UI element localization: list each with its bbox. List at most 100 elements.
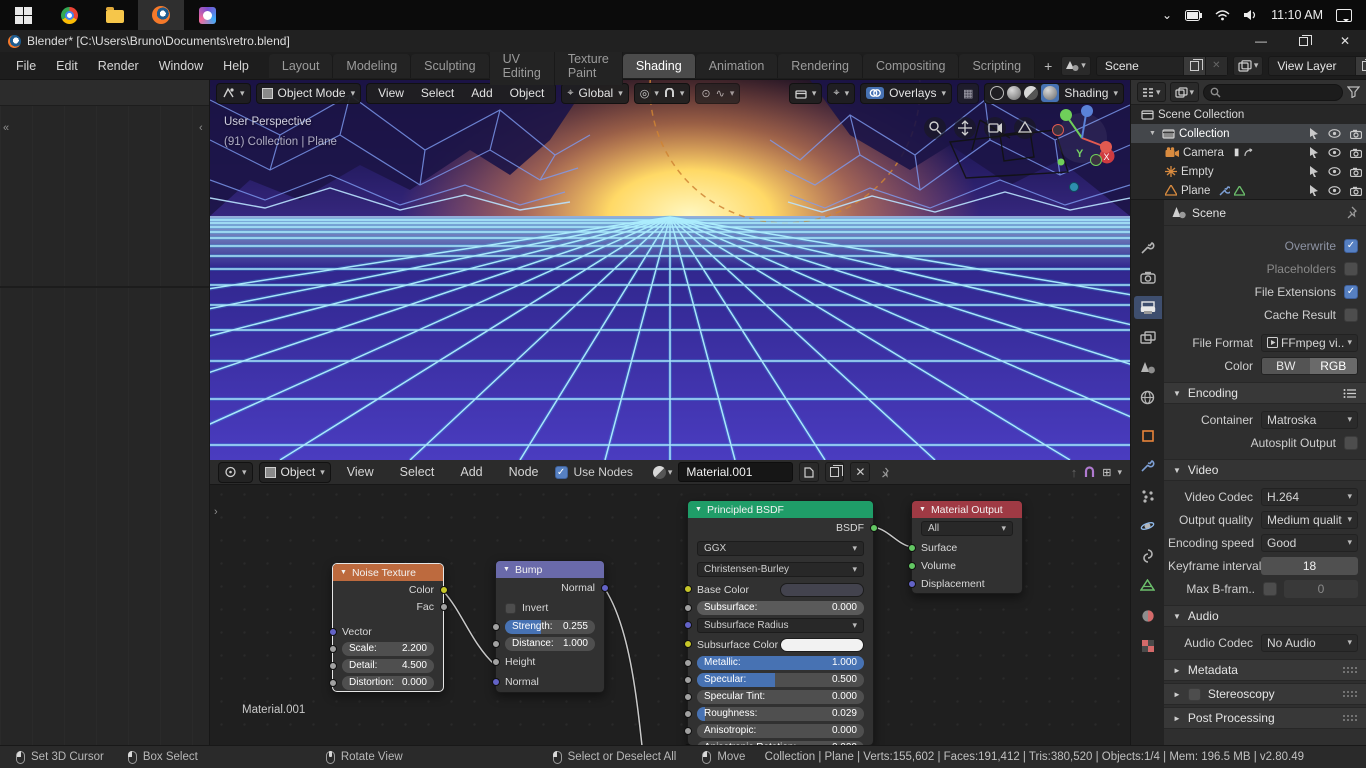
- menu-file[interactable]: File: [6, 59, 46, 73]
- specular-tint-field[interactable]: Specular Tint: 0.000: [697, 689, 864, 704]
- mode-dropdown[interactable]: Object Mode ▾: [255, 82, 362, 104]
- falloff-icon[interactable]: ∿: [716, 87, 725, 100]
- tab-object-data[interactable]: [1134, 574, 1162, 597]
- video-section-header[interactable]: ▼ Video: [1164, 459, 1366, 481]
- socket-distortion-in[interactable]: [328, 678, 337, 687]
- pivot-point-icon[interactable]: ◎: [640, 87, 650, 100]
- editor-type-button[interactable]: ▾: [216, 82, 251, 104]
- file-format-dropdown[interactable]: FFmpeg vi.. ▾: [1261, 333, 1358, 352]
- strength-field[interactable]: Strength: 0.255: [505, 619, 595, 634]
- selectable-icon[interactable]: [1309, 147, 1319, 158]
- collapse-icon[interactable]: ▼: [503, 566, 510, 573]
- socket-surface-in[interactable]: [907, 544, 916, 552]
- drag-grip-icon[interactable]: [1342, 713, 1357, 723]
- outliner-row-empty[interactable]: Empty: [1131, 162, 1366, 181]
- color-bw-button[interactable]: BW: [1262, 357, 1310, 374]
- xray-toggle[interactable]: ▦: [957, 82, 980, 104]
- rendered-shading-button[interactable]: [1041, 84, 1060, 102]
- socket-vector-in[interactable]: [328, 627, 337, 636]
- scene-copy-button[interactable]: [1182, 56, 1205, 75]
- video-codec-dropdown[interactable]: H.264 ▾: [1261, 487, 1358, 506]
- post-processing-panel-header[interactable]: ► Post Processing: [1164, 707, 1366, 729]
- shader-type-dropdown[interactable]: Object ▾: [258, 461, 331, 483]
- taskbar-app-explorer[interactable]: [92, 0, 138, 30]
- scene-unlink-button[interactable]: ✕: [1204, 56, 1227, 75]
- shader-menu-view[interactable]: View: [337, 465, 384, 479]
- autosplit-checkbox[interactable]: [1344, 435, 1358, 450]
- audio-section-header[interactable]: ▼ Audio: [1164, 605, 1366, 627]
- node-options-icon[interactable]: ⊞: [1102, 466, 1111, 479]
- tab-material[interactable]: [1134, 604, 1162, 627]
- tab-texture[interactable]: [1134, 634, 1162, 657]
- orientation-dropdown[interactable]: ⌖ Global ▾: [561, 82, 629, 104]
- scene-datablock-button[interactable]: ▾: [1061, 55, 1091, 76]
- gizmos-dropdown[interactable]: ⌖ ▾: [827, 82, 856, 104]
- scale-field[interactable]: Scale: 2.200: [342, 641, 434, 656]
- view-layer-selector[interactable]: View Layer ✕: [1268, 55, 1366, 76]
- tab-particles[interactable]: [1134, 484, 1162, 507]
- socket-metallic-in[interactable]: [683, 658, 692, 667]
- tab-scene[interactable]: [1134, 356, 1162, 379]
- subsurface-color-swatch[interactable]: [780, 637, 864, 652]
- socket-scale-in[interactable]: [328, 644, 337, 653]
- shader-editor-type-button[interactable]: ▾: [218, 461, 253, 483]
- node-noise-texture[interactable]: ▼ Noise Texture Color Fac Vector Scale: 2.…: [328, 563, 448, 692]
- outliner-search-input[interactable]: [1203, 83, 1343, 101]
- metadata-panel-header[interactable]: ► Metadata: [1164, 659, 1366, 681]
- noise-node-header[interactable]: ▼ Noise Texture: [333, 564, 443, 581]
- taskbar-app-blender[interactable]: [138, 0, 184, 30]
- socket-distance-in[interactable]: [491, 639, 500, 648]
- socket-bsdf-out[interactable]: [869, 524, 878, 532]
- outliner-row-plane[interactable]: Plane: [1131, 181, 1366, 199]
- view-layer-name[interactable]: View Layer: [1269, 59, 1355, 73]
- maximize-button[interactable]: [1282, 30, 1324, 52]
- socket-fac-out[interactable]: [439, 602, 448, 611]
- tab-texture-paint[interactable]: Texture Paint: [554, 46, 623, 85]
- render-visibility-icon[interactable]: [1350, 148, 1362, 158]
- menu-window[interactable]: Window: [149, 59, 213, 73]
- scene-name[interactable]: Scene: [1097, 59, 1183, 73]
- subsurface-radius-dropdown[interactable]: Subsurface Radius ▾: [697, 618, 864, 633]
- drag-grip-icon[interactable]: [1342, 689, 1357, 699]
- proportional-edit-icon[interactable]: ⊙: [701, 87, 710, 100]
- left-editor-column[interactable]: « ‹: [0, 80, 210, 745]
- render-visibility-icon[interactable]: [1350, 167, 1362, 177]
- shader-menu-select[interactable]: Select: [390, 465, 445, 479]
- hide-eye-icon[interactable]: [1328, 148, 1341, 157]
- shader-menu-node[interactable]: Node: [499, 465, 549, 479]
- wireframe-shading-button[interactable]: [990, 86, 1005, 100]
- base-color-swatch[interactable]: [780, 582, 864, 597]
- socket-volume-in[interactable]: [907, 562, 916, 570]
- new-material-button[interactable]: [799, 462, 820, 482]
- overwrite-checkbox[interactable]: ✓: [1344, 238, 1358, 253]
- material-preview-button[interactable]: [1024, 86, 1039, 100]
- add-workspace-button[interactable]: +: [1035, 55, 1061, 77]
- clock[interactable]: 11:10 AM: [1271, 8, 1323, 22]
- overlays-dropdown[interactable]: Overlays ▾: [860, 82, 953, 104]
- menu-edit[interactable]: Edit: [46, 59, 88, 73]
- shader-menu-add[interactable]: Add: [450, 465, 492, 479]
- overlays-toggle-icon[interactable]: [866, 87, 885, 99]
- bump-node-header[interactable]: ▼ Bump: [496, 561, 604, 578]
- presets-icon[interactable]: [1343, 388, 1357, 399]
- audio-codec-dropdown[interactable]: No Audio ▾: [1261, 633, 1358, 652]
- keyframe-interval-field[interactable]: 18: [1261, 556, 1358, 575]
- tab-uv-editing[interactable]: UV Editing: [489, 46, 555, 85]
- specular-field[interactable]: Specular: 0.500: [697, 672, 864, 687]
- output-quality-dropdown[interactable]: Medium qualit ▾: [1261, 510, 1358, 529]
- parent-node-tree-icon[interactable]: ↑: [1071, 465, 1078, 480]
- tab-modeling[interactable]: Modeling: [333, 53, 412, 78]
- render-visibility-icon[interactable]: [1350, 129, 1362, 139]
- view-layer-copy-button[interactable]: [1355, 56, 1366, 75]
- socket-height-in[interactable]: [491, 658, 500, 666]
- snap-magnet-icon[interactable]: [664, 87, 675, 99]
- node-bump[interactable]: ▼ Bump Normal Invert Strength: 0.255 Dista…: [491, 560, 609, 693]
- cache-result-checkbox[interactable]: [1344, 307, 1358, 322]
- socket-specular-in[interactable]: [683, 675, 692, 684]
- encoding-speed-dropdown[interactable]: Good ▾: [1261, 533, 1358, 552]
- hide-eye-icon[interactable]: [1328, 167, 1341, 176]
- close-button[interactable]: ✕: [1324, 30, 1366, 52]
- metallic-field[interactable]: Metallic: 1.000: [697, 655, 864, 670]
- pin-button[interactable]: [876, 462, 895, 482]
- material-browse-icon[interactable]: [652, 465, 666, 479]
